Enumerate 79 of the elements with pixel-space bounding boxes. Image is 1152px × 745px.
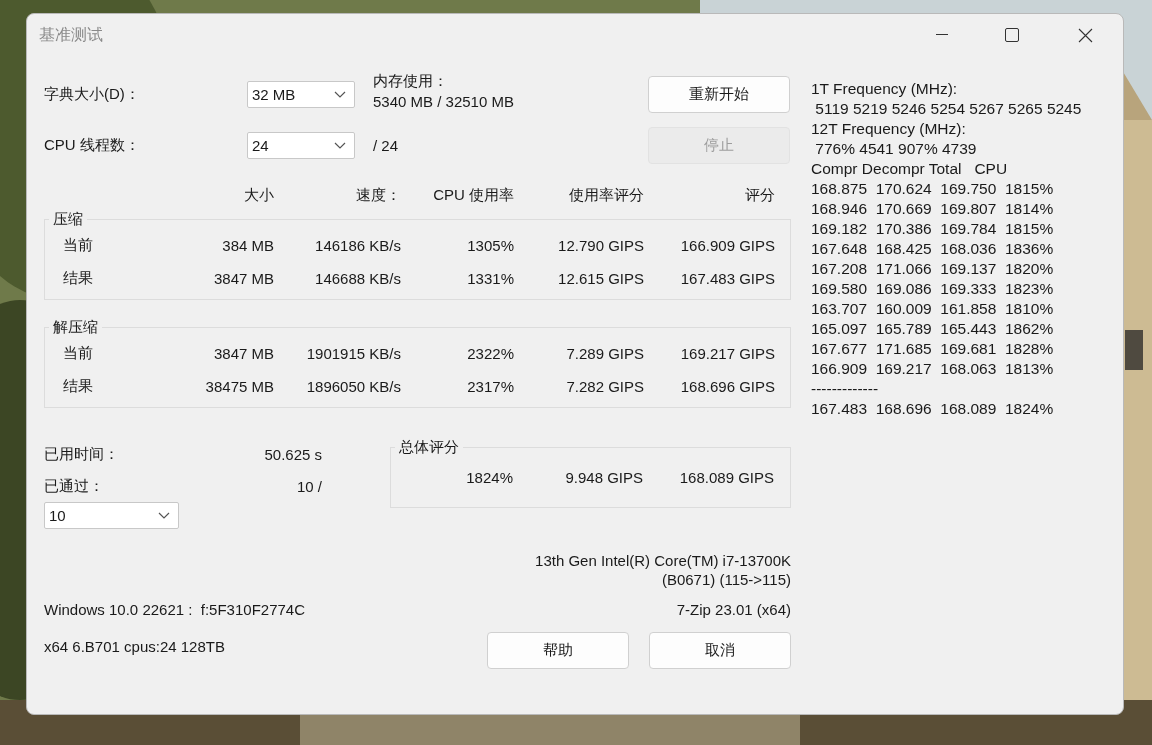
log-line: 168.875 170.624 169.750 1815%: [811, 179, 1055, 199]
column-header: 大小: [243, 185, 274, 205]
log-line: 167.648 168.425 168.036 1836%: [811, 239, 1055, 259]
column-header: 使用率评分: [568, 185, 644, 205]
table-cell-text: 384 MB: [221, 237, 274, 254]
row-label: 结果: [63, 377, 94, 396]
setting-label: 字典大小(D)：: [44, 85, 141, 104]
log-line: Compr Decompr Total CPU: [811, 159, 1009, 179]
log-line: 163.707 160.009 161.858 1810%: [811, 299, 1055, 319]
window-title: 基准测试: [39, 24, 104, 45]
table-cell-text: 38475 MB: [204, 378, 274, 395]
table-cell-text: 9.948 GIPS: [564, 468, 643, 486]
table-cell-text: 1896050 KB/s: [305, 378, 401, 395]
help-button[interactable]: 帮助: [487, 632, 629, 669]
table-cell-text: 168.089 GIPS: [678, 468, 774, 486]
table-cell-text: 7.282 GIPS: [565, 378, 644, 395]
system-info: x64 6.B701 cpus:24 128TB: [44, 638, 225, 655]
table-cell-text: 2317%: [466, 378, 514, 395]
log-line: 776% 4541 907% 4739: [814, 139, 978, 159]
log-line: 167.208 171.066 169.137 1820%: [811, 259, 1055, 279]
chevron-icon: [334, 142, 346, 149]
chevron-icon: [334, 91, 346, 98]
dropdown[interactable]: 32 MB: [247, 81, 355, 108]
column-header: CPU 使用率: [432, 185, 514, 205]
elapsed-label: 已用时间：: [44, 444, 119, 464]
log-line: -------------: [811, 379, 880, 399]
log-line: 12T Frequency (MHz):: [811, 119, 967, 139]
log-line: 169.182 170.386 169.784 1815%: [811, 219, 1055, 239]
row-label: 结果: [63, 269, 94, 288]
column-header: 速度：: [355, 185, 401, 205]
log-line: 167.677 171.685 169.681 1828%: [811, 339, 1055, 359]
minimize-icon: [936, 34, 948, 36]
group-title: 总体评分: [398, 438, 460, 457]
table-cell-text: 2322%: [466, 345, 514, 362]
group-title: 压缩: [52, 210, 84, 229]
table-cell-text: 1901915 KB/s: [305, 345, 401, 362]
close-icon: [1077, 27, 1093, 43]
table-cell-text: 146186 KB/s: [314, 237, 401, 254]
memory-value: 5340 MB / 32510 MB: [373, 93, 515, 110]
row-label: 当前: [63, 344, 94, 363]
cpu-info: (B0671) (115->115): [661, 570, 791, 589]
dropdown[interactable]: 24: [247, 132, 355, 159]
table-cell-text: 1824%: [465, 468, 513, 486]
memory-label: 内存使用：: [373, 72, 449, 91]
table-cell-text: 166.909 GIPS: [679, 237, 775, 254]
cancel-button[interactable]: 取消: [649, 632, 791, 669]
log-line: 168.946 170.669 169.807 1814%: [811, 199, 1055, 219]
row-label: 当前: [63, 236, 94, 255]
table-cell-text: 1331%: [466, 270, 514, 287]
table-cell-text: 146688 KB/s: [314, 270, 401, 287]
os-info: Windows 10.0 22621 : f:5F310F2774C: [44, 601, 305, 618]
log-line: 1T Frequency (MHz):: [811, 79, 959, 99]
version-info: 7-Zip 23.01 (x64): [676, 601, 791, 618]
table-cell-text: 169.217 GIPS: [679, 345, 775, 362]
dropdown[interactable]: 10: [44, 502, 179, 529]
table-cell-text: 167.483 GIPS: [679, 270, 775, 287]
table-cell-text: 12.790 GIPS: [557, 237, 644, 254]
threads-total: / 24: [372, 137, 400, 154]
setting-label: CPU 线程数：: [44, 136, 141, 155]
log-line: 167.483 168.696 168.089 1824%: [811, 399, 1055, 419]
log-line: 169.580 169.086 169.333 1823%: [811, 279, 1055, 299]
table-cell-text: 7.289 GIPS: [565, 345, 644, 362]
table-cell-text: 3847 MB: [212, 345, 274, 362]
log-line: 166.909 169.217 168.063 1813%: [811, 359, 1055, 379]
table-cell-text: 12.615 GIPS: [557, 270, 644, 287]
log-line: 5119 5219 5246 5254 5267 5265 5245: [814, 99, 1082, 119]
table-cell-text: 1305%: [466, 237, 514, 254]
passes-label: 已通过：: [44, 476, 104, 496]
cpu-info: 13th Gen Intel(R) Core(TM) i7-13700K: [535, 551, 791, 570]
column-header: 评分: [744, 185, 775, 205]
elapsed-value: 50.625 s: [264, 445, 322, 463]
restart-button[interactable]: 重新开始: [648, 76, 790, 113]
passes-value: 10 /: [296, 477, 322, 495]
table-cell-text: 3847 MB: [212, 270, 274, 287]
chevron-icon: [158, 512, 170, 519]
group-title: 解压缩: [52, 318, 99, 337]
log-line: 165.097 165.789 165.443 1862%: [811, 319, 1055, 339]
table-cell-text: 168.696 GIPS: [679, 378, 775, 395]
maximize-icon: [1005, 28, 1019, 42]
